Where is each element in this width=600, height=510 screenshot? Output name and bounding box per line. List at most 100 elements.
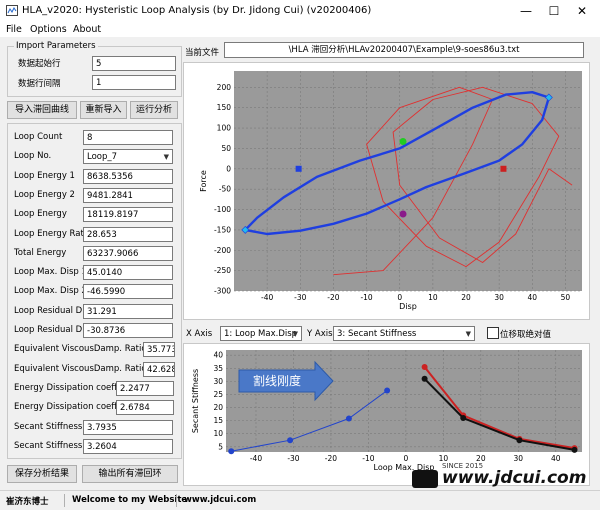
secant-stiffness-chart: -40 -30 -20 -10 0 10 20 30 40510152025303540Loop… <box>191 350 582 472</box>
param-value[interactable]: 31.291 <box>83 303 173 319</box>
stiffness-point <box>571 446 578 453</box>
y-tick-label: -200 <box>214 246 231 255</box>
param-label: Loop Energy 2 <box>14 189 75 200</box>
param-value-text: 45.0140 <box>87 268 123 279</box>
x-axis-select[interactable]: 1: Loop Max.Disp ▼ <box>220 326 302 341</box>
y-tick-label: -250 <box>214 266 231 275</box>
param-label: Loop Count <box>14 132 63 142</box>
param-value-text: 8 <box>87 133 93 143</box>
param-value-text: 18119.8197 <box>87 210 139 221</box>
menu-options[interactable]: Options <box>30 24 67 35</box>
y-tick-label: -50 <box>219 185 231 194</box>
watermark-logo-icon <box>412 470 438 488</box>
y-tick-label: 20 <box>213 403 223 412</box>
stiffness-point <box>421 375 428 382</box>
param-value[interactable]: 2.2477 <box>116 380 174 396</box>
x-axis-title: Disp <box>399 302 417 311</box>
param-value[interactable]: 28.653 <box>83 226 173 242</box>
x-axis-label: X Axis <box>186 329 213 339</box>
param-value[interactable]: 2.6784 <box>116 400 174 416</box>
row-interval-label: 数据行间隔 <box>18 79 61 89</box>
param-value-text: 31.291 <box>87 306 117 317</box>
y-tick-label: 50 <box>221 144 231 153</box>
param-value-text: -46.5990 <box>87 287 126 298</box>
status-url[interactable]: www.jdcui.com <box>184 495 256 505</box>
reimport-button[interactable]: 重新导入 <box>80 101 127 119</box>
x-tick-label: 50 <box>561 293 571 302</box>
param-value[interactable]: 45.0140 <box>83 265 173 281</box>
x-tick-label: 0 <box>403 454 408 463</box>
param-label: Secant Stiffness 1 <box>14 421 91 432</box>
x-tick-label: 30 <box>494 293 504 302</box>
annotation-text: 割线刚度 <box>253 373 301 388</box>
chevron-down-icon: ▼ <box>292 330 298 338</box>
loop-marker <box>399 210 407 218</box>
stiffness-point <box>384 387 391 394</box>
x-tick-label: 40 <box>551 454 561 463</box>
import-params-group: Import Parameters 数据起始行 5 数据行间隔 1 <box>7 41 182 97</box>
minimize-button[interactable]: — <box>512 2 540 20</box>
y-tick-label: 0 <box>226 164 231 173</box>
param-value[interactable]: Loop_7 ▼ <box>83 149 173 165</box>
y-tick-label: 30 <box>213 377 223 386</box>
param-value[interactable]: 35.773 <box>143 342 175 358</box>
x-tick-label: 40 <box>528 293 538 302</box>
param-value-text: 35.773 <box>147 345 175 356</box>
param-value-text: 3.7935 <box>87 422 117 433</box>
param-value[interactable]: 18119.8197 <box>83 207 173 223</box>
loop-marker <box>399 137 407 145</box>
maximize-button[interactable]: ☐ <box>540 2 568 20</box>
y-tick-label: -150 <box>214 225 231 234</box>
current-file-label: 当前文件 <box>185 48 220 58</box>
y-tick-label: 40 <box>213 351 223 360</box>
param-value[interactable]: 63237.9066 <box>83 245 173 261</box>
stiffness-point <box>516 437 523 444</box>
run-analysis-button[interactable]: 运行分析 <box>130 101 178 119</box>
secant-chart-panel: -40 -30 -20 -10 0 10 20 30 40 5 10 15 20 25 30 35 40 Loop… <box>183 343 590 486</box>
x-tick-label: 20 <box>461 293 471 302</box>
hysteresis-chart-panel: -40 -30 -20 -10 0 10 20 30 40 50 -300 -250 -200 -150-… <box>183 62 590 320</box>
import-params-title: Import Parameters <box>14 41 98 51</box>
title-bar: HLA_v2020: Hysteristic Loop Analysis (by… <box>0 0 600 22</box>
abs-disp-checkbox-label: 位移取绝对值 <box>500 330 552 340</box>
y-tick-label: 15 <box>213 416 223 425</box>
start-row-input[interactable]: 5 <box>92 56 176 71</box>
menu-about[interactable]: About <box>73 24 101 35</box>
param-value[interactable]: 3.7935 <box>83 419 173 435</box>
save-results-button[interactable]: 保存分析结果 <box>7 465 77 483</box>
param-value-text: 9481.2841 <box>87 190 133 201</box>
stiffness-point <box>421 364 428 370</box>
y-axis-title: Secant Stiffness <box>191 369 200 433</box>
menu-file[interactable]: File <box>6 24 22 35</box>
import-loop-button[interactable]: 导入滞回曲线 <box>7 101 77 119</box>
close-button[interactable]: ✕ <box>568 2 596 20</box>
param-label: Energy Dissipation coeff. 1 <box>14 382 128 393</box>
param-value-text: 2.2477 <box>120 383 150 394</box>
loop-marker <box>500 165 507 172</box>
current-file-path[interactable]: \HLA 滞回分析\HLAv20200407\Example\9-soes86u… <box>224 42 584 58</box>
param-value-text: 63237.9066 <box>87 248 139 259</box>
param-value[interactable]: 8 <box>83 130 173 145</box>
x-tick-label: -10 <box>362 454 374 463</box>
y-tick-label: -300 <box>214 287 231 296</box>
abs-disp-checkbox[interactable] <box>487 327 499 339</box>
chevron-down-icon: ▼ <box>465 330 471 338</box>
y-tick-label: 25 <box>213 390 223 399</box>
status-author: 崔济东博士 <box>6 497 49 507</box>
param-value[interactable]: -30.8736 <box>83 323 173 338</box>
y-axis-title: Force <box>199 170 208 192</box>
x-tick-label: -30 <box>287 454 299 463</box>
x-tick-label: -40 <box>250 454 262 463</box>
plot-area <box>226 350 582 452</box>
export-loops-button[interactable]: 输出所有滞回环 <box>82 465 178 483</box>
row-interval-input[interactable]: 1 <box>92 75 176 90</box>
param-value[interactable]: -46.5990 <box>83 284 173 300</box>
param-value[interactable]: 9481.2841 <box>83 187 173 203</box>
param-label: Loop Energy 1 <box>14 170 75 181</box>
watermark: www.jdcui.com SINCE 2015 <box>412 462 592 492</box>
y-axis-select-value: 3: Secant Stiffness <box>337 329 417 339</box>
param-value[interactable]: 8638.5356 <box>83 168 173 184</box>
param-value[interactable]: 3.2604 <box>83 438 173 454</box>
y-axis-select[interactable]: 3: Secant Stiffness ▼ <box>333 326 475 341</box>
param-value[interactable]: 42.628 <box>143 361 175 377</box>
